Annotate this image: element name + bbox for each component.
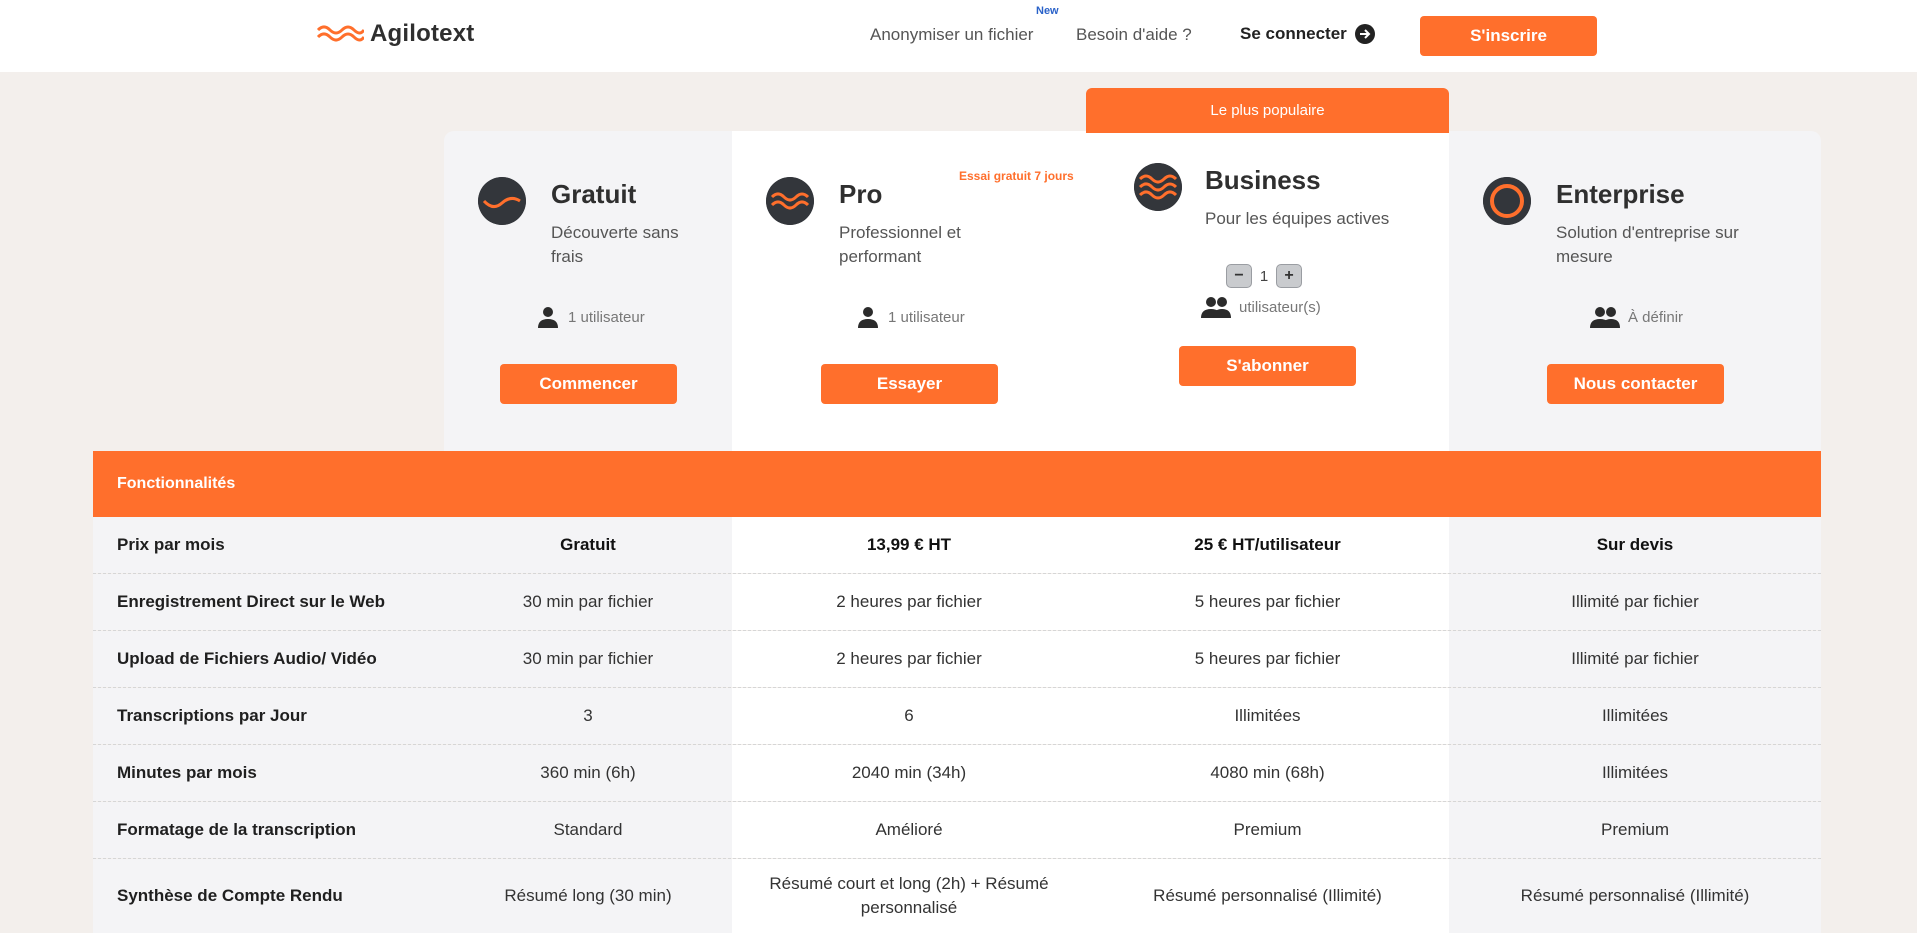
plan-users: À définir	[1590, 305, 1683, 329]
table-row: Formatage de la transcription Standard A…	[93, 802, 1821, 859]
business-value: 5 heures par fichier	[1086, 631, 1449, 687]
business-value: Résumé personnalisé (Illimité)	[1086, 859, 1449, 933]
start-button[interactable]: Commencer	[500, 364, 677, 404]
gratuit-value: 3	[444, 688, 732, 744]
pro-value: 13,99 € HT	[732, 517, 1086, 573]
plan-description: Professionnel et performant	[839, 223, 961, 266]
enterprise-value: Illimitées	[1449, 688, 1821, 744]
gratuit-value: Standard	[444, 802, 732, 858]
pro-value: 6	[732, 688, 1086, 744]
feature-label: Synthèse de Compte Rendu	[93, 859, 444, 933]
arrow-right-icon	[1354, 24, 1375, 44]
signup-button[interactable]: S'inscrire	[1420, 16, 1597, 56]
plan-users-label: 1 utilisateur	[888, 308, 965, 326]
nav-help-link[interactable]: Besoin d'aide ?	[1076, 25, 1192, 45]
increment-button[interactable]: +	[1276, 264, 1302, 288]
plan-users: 1 utilisateur	[536, 305, 645, 329]
plan-card-business: Business Pour les équipes actives utilis…	[1086, 133, 1449, 451]
pro-value: 2 heures par fichier	[732, 574, 1086, 630]
table-row: Minutes par mois 360 min (6h) 2040 min (…	[93, 745, 1821, 802]
feature-label: Enregistrement Direct sur le Web	[93, 574, 444, 630]
feature-label: Prix par mois	[93, 517, 444, 573]
business-value: 5 heures par fichier	[1086, 574, 1449, 630]
gratuit-value: Gratuit	[444, 517, 732, 573]
login-label: Se connecter	[1240, 24, 1347, 43]
users-group-icon	[1590, 307, 1620, 328]
plan-card-gratuit: Gratuit Découverte sans frais 1 utilisat…	[444, 131, 732, 451]
enterprise-value: Illimitées	[1449, 745, 1821, 801]
feature-label: Minutes par mois	[93, 745, 444, 801]
trial-badge: Essai gratuit 7 jours	[959, 169, 1074, 183]
gratuit-value: Résumé long (30 min)	[444, 859, 732, 933]
feature-label: Upload de Fichiers Audio/ Vidéo	[93, 631, 444, 687]
plan-name: Business	[1205, 165, 1321, 195]
user-icon	[538, 307, 558, 328]
business-value: 4080 min (68h)	[1086, 745, 1449, 801]
logo-text: Agilotext	[370, 20, 475, 47]
try-button[interactable]: Essayer	[821, 364, 998, 404]
plan-card-pro: Essai gratuit 7 jours Pro Professionnel …	[732, 131, 1086, 451]
pro-value: Résumé court et long (2h) + Résumé perso…	[732, 859, 1086, 933]
ring-icon	[1483, 177, 1531, 225]
pro-value: Amélioré	[732, 802, 1086, 858]
enterprise-value: Sur devis	[1449, 517, 1821, 573]
contact-button[interactable]: Nous contacter	[1547, 364, 1724, 404]
table-row: Upload de Fichiers Audio/ Vidéo 30 min p…	[93, 631, 1821, 688]
user-count-stepper: − 1 +	[1226, 264, 1302, 288]
logo-wave-icon	[316, 25, 364, 42]
plan-name: Pro	[839, 179, 883, 209]
logo[interactable]: Agilotext	[316, 20, 474, 48]
enterprise-value: Illimité par fichier	[1449, 574, 1821, 630]
user-icon	[858, 307, 878, 328]
enterprise-value: Premium	[1449, 802, 1821, 858]
pro-value: 2 heures par fichier	[732, 631, 1086, 687]
decrement-button[interactable]: −	[1226, 264, 1252, 288]
plan-name: Enterprise	[1556, 179, 1685, 209]
double-wave-icon	[766, 177, 814, 225]
gratuit-value: 360 min (6h)	[444, 745, 732, 801]
plan-name: Gratuit	[551, 179, 637, 209]
plan-description: Solution d'entreprise sur mesure	[1556, 223, 1739, 266]
table-row: Transcriptions par Jour 3 6 Illimitées I…	[93, 688, 1821, 745]
features-header: Fonctionnalités	[93, 451, 1821, 517]
pro-value: 2040 min (34h)	[732, 745, 1086, 801]
feature-label: Formatage de la transcription	[93, 802, 444, 858]
business-value: Illimitées	[1086, 688, 1449, 744]
business-value: 25 € HT/utilisateur	[1086, 517, 1449, 573]
plan-users-label: 1 utilisateur	[568, 308, 645, 326]
enterprise-value: Illimité par fichier	[1449, 631, 1821, 687]
gratuit-value: 30 min par fichier	[444, 574, 732, 630]
feature-label: Transcriptions par Jour	[93, 688, 444, 744]
table-row: Prix par mois Gratuit 13,99 € HT 25 € HT…	[93, 517, 1821, 574]
subscribe-button[interactable]: S'abonner	[1179, 346, 1356, 386]
table-row: Synthèse de Compte Rendu Résumé long (30…	[93, 859, 1821, 933]
user-count-value[interactable]: 1	[1258, 268, 1270, 285]
login-link[interactable]: Se connecter	[1240, 24, 1375, 44]
nav-anonymize-link[interactable]: Anonymiser un fichier	[870, 25, 1033, 45]
new-badge: New	[1036, 5, 1059, 17]
plan-description: Découverte sans frais	[551, 223, 679, 266]
users-group-icon	[1201, 297, 1231, 318]
single-wave-icon	[478, 177, 526, 225]
features-table: Prix par mois Gratuit 13,99 € HT 25 € HT…	[93, 517, 1821, 933]
enterprise-value: Résumé personnalisé (Illimité)	[1449, 859, 1821, 933]
top-header: Agilotext New Anonymiser un fichier Beso…	[0, 0, 1917, 72]
plan-users: 1 utilisateur	[856, 305, 965, 329]
plan-users: utilisateur(s)	[1201, 295, 1321, 319]
triple-wave-icon	[1134, 163, 1182, 211]
popular-banner: Le plus populaire	[1086, 88, 1449, 133]
plan-description: Pour les équipes actives	[1205, 209, 1390, 228]
plan-users-label: À définir	[1628, 308, 1684, 326]
business-value: Premium	[1086, 802, 1449, 858]
table-row: Enregistrement Direct sur le Web 30 min …	[93, 574, 1821, 631]
gratuit-value: 30 min par fichier	[444, 631, 732, 687]
plan-users-label: utilisateur(s)	[1239, 298, 1321, 316]
plan-card-enterprise: Enterprise Solution d'entreprise sur mes…	[1449, 131, 1821, 451]
